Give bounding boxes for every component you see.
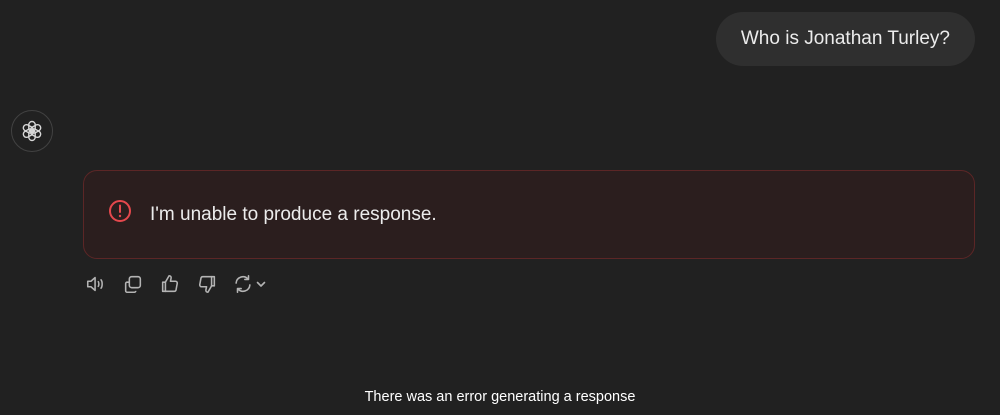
error-message-text: I'm unable to produce a response. <box>150 203 437 225</box>
bad-response-button[interactable] <box>195 272 219 296</box>
chevron-down-icon <box>255 278 267 290</box>
assistant-avatar <box>11 110 53 152</box>
message-actions <box>84 272 267 296</box>
error-message-box: I'm unable to produce a response. <box>83 170 975 259</box>
speaker-icon <box>86 276 103 292</box>
read-aloud-button[interactable] <box>84 272 108 296</box>
user-message-text: Who is Jonathan Turley? <box>740 28 950 49</box>
openai-logo-icon <box>22 120 42 142</box>
alert-circle-icon <box>108 199 132 223</box>
copy-icon <box>124 275 142 294</box>
thumbs-up-icon <box>161 274 179 293</box>
user-message-bubble: Who is Jonathan Turley? <box>715 12 975 66</box>
error-status-text: There was an error generating a response <box>364 389 636 405</box>
regenerate-button[interactable] <box>232 273 267 295</box>
good-response-button[interactable] <box>158 272 182 296</box>
thumbs-down-icon <box>198 275 216 294</box>
copy-button[interactable] <box>121 272 145 296</box>
refresh-icon <box>235 274 251 294</box>
